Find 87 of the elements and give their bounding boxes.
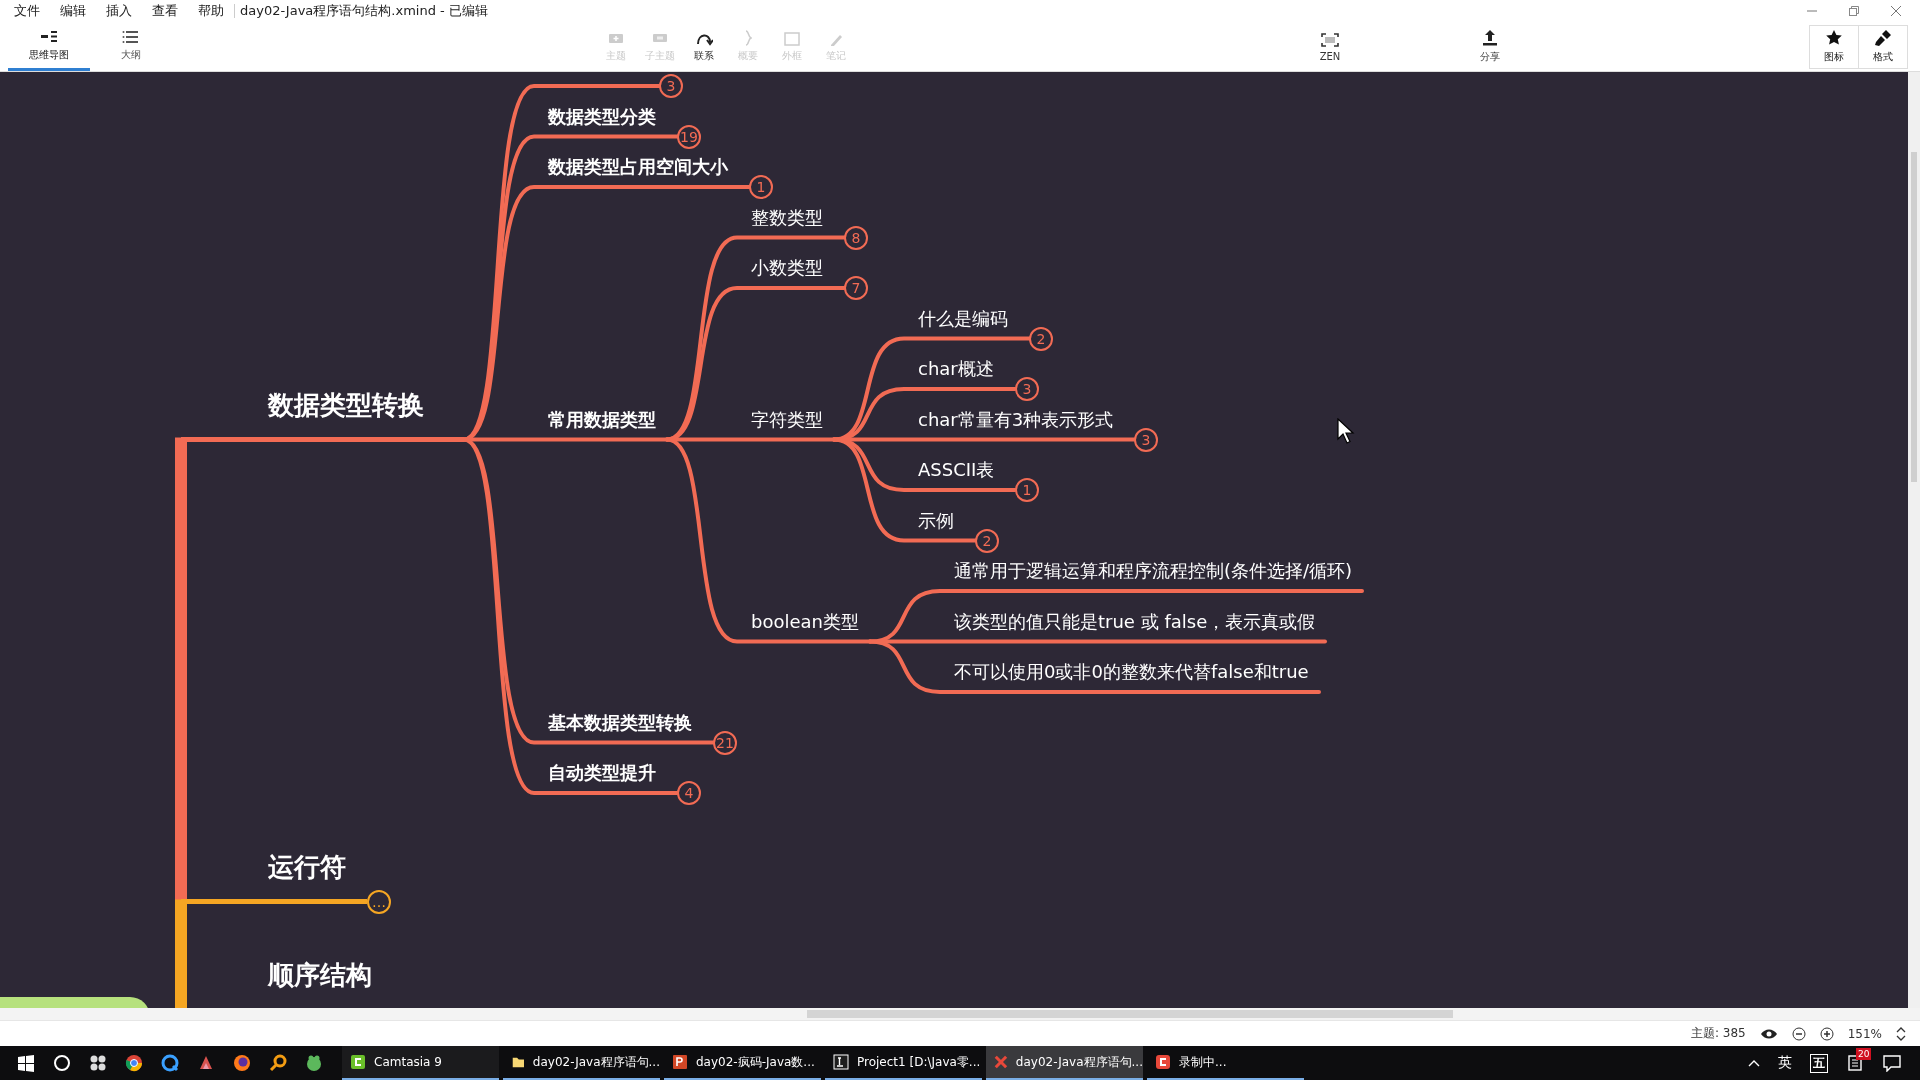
vertical-scrollbar[interactable]: [1908, 72, 1920, 1008]
taskbar-button[interactable]: day02-Java程序语句...: [986, 1046, 1143, 1080]
eye-icon[interactable]: [1759, 1027, 1778, 1040]
zen-button[interactable]: ZEN: [1310, 22, 1350, 71]
collapsed-count-badge[interactable]: 8: [844, 225, 868, 250]
collapsed-count-badge[interactable]: 3: [1015, 377, 1039, 401]
mindmap-icon: [40, 28, 58, 45]
magnifier-icon[interactable]: [269, 1054, 287, 1072]
collapsed-count-badge[interactable]: 7: [844, 276, 868, 300]
taskbar-button[interactable]: Project1 [D:\Java零...: [825, 1046, 982, 1080]
topic-label[interactable]: 自动类型提升: [548, 761, 656, 785]
topic-label[interactable]: 不可以使用0或非0的整数来代替false和true: [954, 660, 1309, 684]
notification-badge: 20: [1856, 1048, 1872, 1060]
star-icon: [1825, 29, 1843, 47]
collapsed-count-badge[interactable]: 2: [1029, 326, 1053, 351]
topic-label[interactable]: 该类型的值只能是true 或 false，表示真或假: [954, 609, 1316, 634]
collapsed-count-badge[interactable]: 1: [749, 175, 773, 199]
taskbar-button[interactable]: day02-疯码-Java数...: [664, 1046, 821, 1080]
topic-label[interactable]: char常量有3种表示形式: [918, 407, 1114, 432]
icons-panel-button[interactable]: 图标: [1809, 24, 1859, 69]
menu-item[interactable]: 查看: [152, 2, 178, 20]
topic-label[interactable]: boolean类型: [751, 609, 859, 634]
toolbar-button[interactable]: 联系: [684, 22, 724, 71]
upload-icon: [1481, 29, 1499, 47]
zoom-out-icon[interactable]: [1791, 1026, 1806, 1041]
recorder-c-icon: [1155, 1054, 1171, 1070]
zoom-level[interactable]: 151%: [1847, 1026, 1882, 1041]
frog-icon[interactable]: [305, 1054, 323, 1072]
mouse-pointer-icon: [1337, 418, 1355, 444]
p-letter-icon: [672, 1054, 688, 1070]
menu-item[interactable]: 文件: [14, 2, 40, 20]
taskbar-button[interactable]: Camtasia 9: [342, 1046, 499, 1080]
collapsed-count-badge[interactable]: 2: [975, 528, 999, 553]
topic-label[interactable]: 通常用于逻辑运算和程序流程控制(条件选择/循环): [954, 559, 1353, 583]
collapsed-count-badge[interactable]: 1: [1015, 478, 1039, 502]
speech-bubble-icon[interactable]: [1882, 1054, 1902, 1072]
collapsed-count-badge[interactable]: 3: [1134, 427, 1158, 452]
menu-item[interactable]: 编辑: [60, 2, 86, 20]
topic-label[interactable]: 小数类型: [751, 256, 823, 280]
share-button[interactable]: 分享: [1470, 22, 1510, 71]
search-circle-icon[interactable]: [53, 1054, 71, 1072]
input-method[interactable]: 五: [1810, 1053, 1828, 1073]
brush-icon: [1874, 29, 1892, 47]
windows-logo-icon[interactable]: [17, 1054, 35, 1072]
collapsed-count-badge[interactable]: 4: [677, 781, 701, 805]
menu-item[interactable]: 插入: [106, 2, 132, 20]
horizontal-scrollbar[interactable]: [0, 1008, 1920, 1020]
main-topic[interactable]: 运行符: [268, 849, 346, 884]
collapsed-count-badge[interactable]: 21: [713, 730, 737, 755]
menu-item[interactable]: 帮助: [198, 2, 224, 20]
window-title: day02-Java程序语句结构.xmind - 已编辑: [240, 2, 488, 20]
q-letter-icon[interactable]: [161, 1054, 179, 1072]
ij-box-icon: [833, 1054, 849, 1070]
brace-icon: [744, 30, 752, 46]
topic-label[interactable]: 字符类型: [751, 407, 823, 432]
main-topic[interactable]: 顺序结构: [268, 958, 372, 992]
pinwheel-icon[interactable]: [89, 1054, 107, 1072]
topic-label[interactable]: ASSCII表: [918, 458, 995, 482]
topic-label[interactable]: 整数类型: [751, 205, 823, 230]
x-mark-icon: [994, 1054, 1008, 1070]
topic-label[interactable]: 基本数据类型转换: [548, 710, 692, 735]
collapsed-count-badge[interactable]: …: [367, 889, 391, 914]
main-topic[interactable]: 数据类型转换: [268, 387, 424, 422]
restore-icon[interactable]: [1848, 5, 1860, 17]
collapsed-count-badge[interactable]: 19: [677, 124, 701, 149]
zoom-in-icon[interactable]: [1819, 1026, 1834, 1041]
input-language[interactable]: 英: [1778, 1054, 1792, 1072]
taskbar-button[interactable]: day02-Java程序语句...: [503, 1046, 660, 1080]
fullscreen-icon: [1320, 31, 1340, 48]
topic-count: 主题: 385: [1690, 1025, 1746, 1042]
topic-label[interactable]: 数据类型占用空间大小: [548, 155, 728, 179]
list-icon: [122, 28, 140, 45]
square-icon: [783, 30, 801, 46]
topic-label[interactable]: 常用数据类型: [548, 407, 656, 432]
topic-label[interactable]: 数据类型分类: [548, 104, 656, 129]
up-down-caret-icon[interactable]: [1896, 1026, 1906, 1041]
caret-up-icon[interactable]: [1748, 1059, 1760, 1067]
topic-label[interactable]: char概述: [918, 357, 994, 381]
view-tab[interactable]: 大纲: [90, 22, 172, 71]
c-letter-icon: [350, 1054, 366, 1070]
close-icon[interactable]: [1890, 5, 1902, 17]
topic-label[interactable]: 示例: [918, 508, 954, 533]
collapsed-count-badge[interactable]: 3: [659, 74, 683, 98]
format-panel-button[interactable]: 格式: [1858, 24, 1908, 69]
round-colored-icon[interactable]: [125, 1054, 143, 1072]
topic-label[interactable]: 什么是编码: [918, 306, 1008, 331]
taskbar-button[interactable]: 录制中...: [1147, 1046, 1304, 1080]
